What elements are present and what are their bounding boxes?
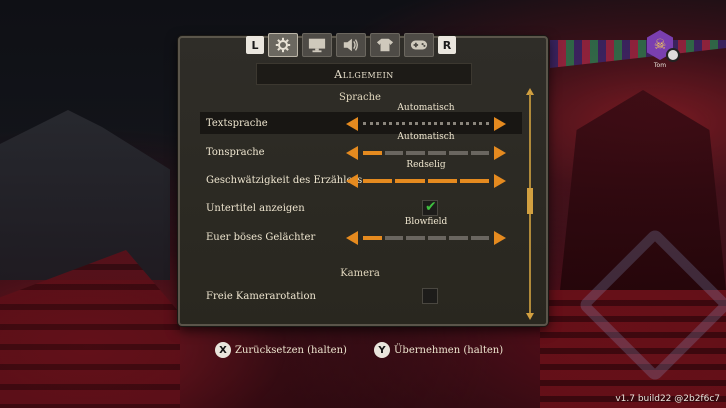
level-segment: [406, 151, 425, 155]
level-segment: [363, 151, 382, 155]
arrow-left-icon[interactable]: [346, 174, 358, 188]
level-segment: [401, 122, 412, 126]
section-title-camera: Kamera: [340, 268, 380, 279]
level-segment: [453, 122, 464, 126]
level-bar: [363, 122, 490, 126]
level-segment: [459, 179, 489, 183]
setting-label: Tonsprache: [206, 146, 265, 158]
setting-row-evil-laugh[interactable]: Euer böses Gelächter Blowfield: [200, 217, 522, 248]
setting-row-text-language[interactable]: Textsprache Automatisch: [200, 103, 522, 134]
arrow-left-icon[interactable]: [346, 117, 358, 131]
selector-value: Automatisch: [397, 132, 455, 142]
tab-display[interactable]: [302, 33, 332, 57]
apply-button[interactable]: Y Übernehmen (halten): [374, 342, 503, 358]
level-segment: [388, 122, 399, 126]
skull-icon: ☠: [653, 37, 667, 53]
level-segment: [384, 236, 403, 240]
subtitles-checkbox[interactable]: ✔: [422, 199, 438, 216]
speaker-icon: [343, 38, 358, 52]
setting-row-free-camera[interactable]: Freie Kamerarotation ✔: [200, 285, 522, 307]
level-segment: [414, 122, 425, 126]
level-bar: [363, 179, 489, 183]
level-segment: [363, 122, 373, 126]
level-segment: [470, 151, 489, 155]
settings-scrollbar[interactable]: [526, 88, 534, 320]
x-button-icon: X: [215, 342, 231, 358]
level-segment: [363, 179, 393, 183]
background-bunting: [550, 40, 726, 68]
reset-label: Zurücksetzen (halten): [235, 344, 347, 356]
setting-label: Freie Kamerarotation: [206, 290, 316, 302]
arrow-right-icon[interactable]: [494, 117, 506, 131]
panel-title: Allgemein: [256, 63, 472, 85]
shirt-icon: [376, 38, 394, 52]
level-segment: [427, 151, 446, 155]
level-segment: [449, 151, 468, 155]
tab-prev-key[interactable]: L: [246, 36, 264, 54]
level-segment: [449, 236, 468, 240]
level-segment: [395, 179, 425, 183]
background-building: [0, 110, 170, 280]
level-segment: [427, 122, 438, 126]
level-segment: [375, 122, 386, 126]
level-segment: [479, 122, 490, 126]
scroll-down-icon[interactable]: [526, 313, 534, 320]
player-badge: ☠ Tom: [642, 30, 680, 69]
arrow-right-icon[interactable]: [494, 174, 506, 188]
level-segment: [427, 236, 446, 240]
arrow-right-icon[interactable]: [494, 231, 506, 245]
level-segment: [427, 179, 457, 183]
level-bar: [363, 151, 489, 155]
arrow-left-icon[interactable]: [346, 146, 358, 160]
checkmark-icon: ✔: [425, 199, 437, 215]
setting-label: Textsprache: [206, 117, 268, 129]
version-label: v1.7 build22 @2b2f6c7: [615, 394, 720, 404]
y-button-icon: Y: [374, 342, 390, 358]
free-camera-checkbox[interactable]: ✔: [422, 288, 438, 304]
tab-general[interactable]: [268, 33, 298, 57]
arrow-right-icon[interactable]: [494, 146, 506, 160]
setting-label: Geschwätzigkeit des Erzählers: [206, 174, 363, 186]
selector-value: Redselig: [406, 160, 446, 170]
narrator-selector[interactable]: Redselig: [346, 160, 506, 191]
player-name: Tom: [653, 62, 667, 69]
settings-tabbar: L R: [246, 32, 456, 58]
setting-label: Untertitel anzeigen: [206, 202, 305, 214]
setting-label: Euer böses Gelächter: [206, 231, 316, 243]
gamepad-icon: [410, 40, 428, 50]
power-icon: [666, 48, 680, 62]
apply-label: Übernehmen (halten): [394, 344, 504, 356]
selector-value: Automatisch: [397, 103, 455, 113]
reset-button[interactable]: X Zurücksetzen (halten): [215, 342, 347, 358]
level-segment: [384, 151, 403, 155]
setting-row-subtitles[interactable]: Untertitel anzeigen ✔: [200, 197, 522, 219]
evil-laugh-selector[interactable]: Blowfield: [346, 217, 506, 248]
tab-appearance[interactable]: [370, 33, 400, 57]
level-segment: [406, 236, 425, 240]
selector-value: Blowfield: [404, 217, 448, 227]
arrow-left-icon[interactable]: [346, 231, 358, 245]
level-segment: [466, 122, 477, 126]
scroll-thumb[interactable]: [527, 188, 533, 214]
tab-next-key[interactable]: R: [438, 36, 456, 54]
level-bar: [363, 236, 489, 240]
level-segment: [363, 236, 382, 240]
level-segment: [470, 236, 489, 240]
text-language-selector[interactable]: Automatisch: [346, 103, 506, 134]
tab-controls[interactable]: [404, 33, 434, 57]
monitor-icon: [308, 38, 326, 53]
gear-icon: [275, 37, 291, 53]
setting-row-narrator[interactable]: Geschwätzigkeit des Erzählers Redselig: [200, 160, 522, 191]
tab-audio[interactable]: [336, 33, 366, 57]
level-segment: [440, 122, 451, 126]
section-title-language: Sprache: [339, 92, 381, 103]
